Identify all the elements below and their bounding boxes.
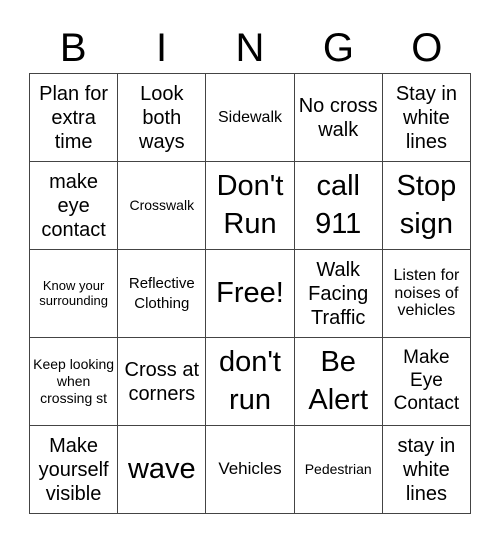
bingo-cell[interactable]: Listen for noises of vehicles xyxy=(382,250,471,338)
bingo-cell[interactable]: Keep looking when crossing st xyxy=(30,338,119,426)
free-space[interactable]: Free! xyxy=(206,250,295,338)
bingo-cell[interactable]: Stay in white lines xyxy=(382,74,471,162)
bingo-cell[interactable]: wave xyxy=(118,426,207,514)
bingo-cell[interactable]: Make yourself visible xyxy=(30,426,119,514)
bingo-cell[interactable]: Stop sign xyxy=(382,162,471,250)
bingo-cell[interactable]: stay in white lines xyxy=(382,426,471,514)
bingo-cell[interactable]: don't run xyxy=(206,338,295,426)
bingo-cell[interactable]: Know your surrounding xyxy=(30,250,119,338)
header-letter-g: G xyxy=(322,26,354,70)
bingo-cell[interactable]: Reflective Clothing xyxy=(118,250,207,338)
header-letter-o: O xyxy=(411,26,443,70)
bingo-cell[interactable]: call 911 xyxy=(294,162,383,250)
bingo-cell[interactable]: Crosswalk xyxy=(118,162,207,250)
bingo-cell[interactable]: No cross walk xyxy=(294,74,383,162)
header-letter-b: B xyxy=(59,26,87,70)
header-letter-i: I xyxy=(156,26,168,70)
bingo-cell[interactable]: Sidewalk xyxy=(206,74,295,162)
bingo-cell[interactable]: Make Eye Contact xyxy=(382,338,471,426)
bingo-cell[interactable]: Plan for extra time xyxy=(30,74,119,162)
bingo-cell[interactable]: Vehicles xyxy=(206,426,295,514)
bingo-cell[interactable]: Don't Run xyxy=(206,162,295,250)
bingo-cell[interactable]: Cross at corners xyxy=(118,338,207,426)
bingo-cell[interactable]: Pedestrian xyxy=(294,426,383,514)
header-letter-n: N xyxy=(235,26,265,70)
bingo-cell[interactable]: make eye contact xyxy=(30,162,119,250)
bingo-header: B I N G O xyxy=(29,24,471,72)
bingo-cell[interactable]: Walk Facing Traffic xyxy=(294,250,383,338)
bingo-board: Plan for extra time Look both ways Sidew… xyxy=(29,73,471,514)
bingo-cell[interactable]: Be Alert xyxy=(294,338,383,426)
bingo-cell[interactable]: Look both ways xyxy=(118,74,207,162)
